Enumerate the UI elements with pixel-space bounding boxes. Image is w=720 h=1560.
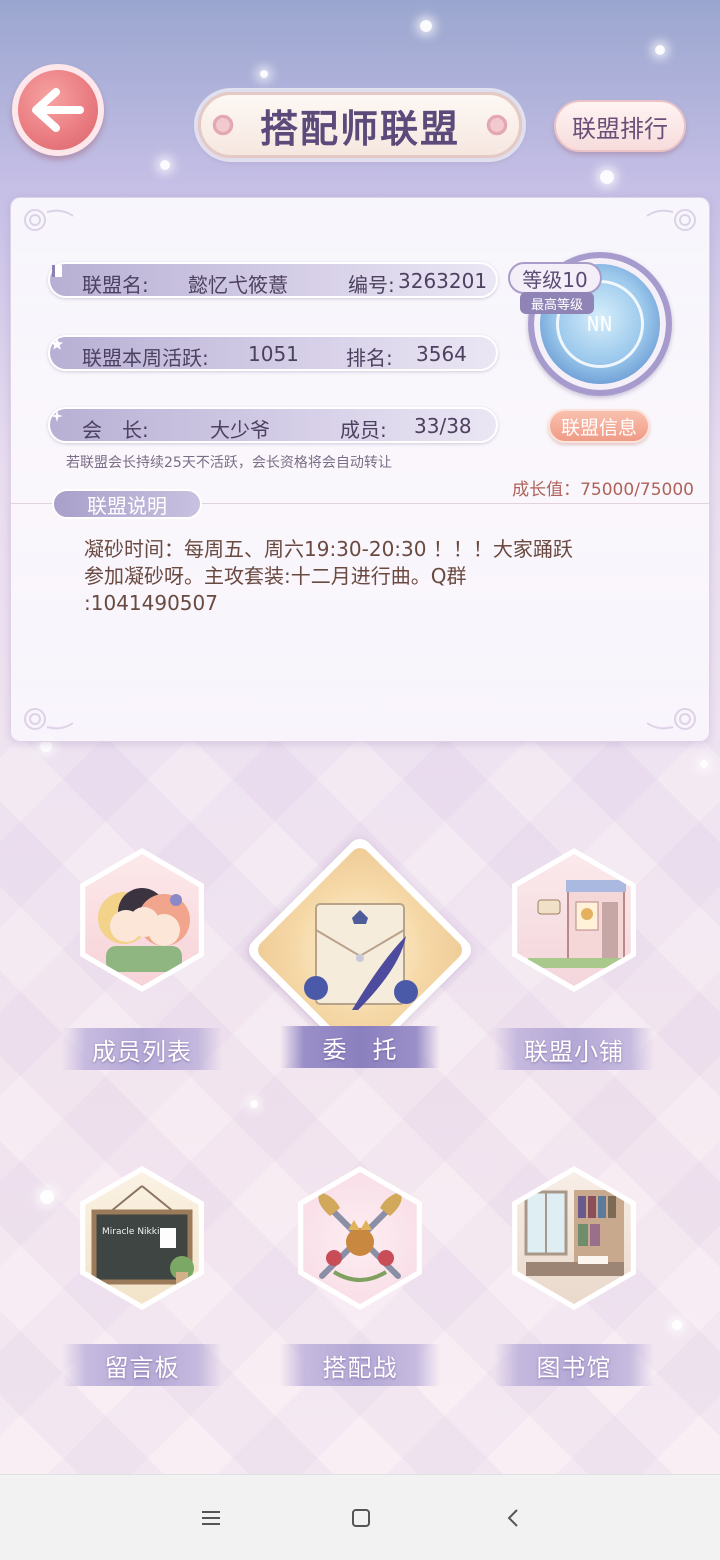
members-list-tile[interactable]	[70, 848, 214, 992]
sparkle	[40, 1190, 54, 1204]
sparkle	[655, 45, 665, 55]
styling-battle-tile[interactable]	[288, 1166, 432, 1310]
sparkle-icon	[51, 410, 63, 422]
sparkle	[672, 1320, 682, 1330]
tile-art	[303, 1172, 417, 1304]
back-button[interactable]	[12, 64, 104, 156]
title-plate: 搭配师联盟	[198, 92, 522, 158]
weekly-activity-row: 联盟本周活跃: 1051 排名: 3564	[48, 335, 498, 371]
sparkle	[260, 70, 268, 78]
tile-art	[517, 854, 631, 986]
commission-label[interactable]: 委 托	[280, 1026, 440, 1068]
sparkle	[600, 170, 614, 184]
alliance-id-value: 3263201	[398, 269, 488, 293]
leader-label: 会 长:	[82, 418, 149, 442]
library-icon	[524, 1190, 624, 1276]
leader-row: 会 长: 大少爷 成员: 33/38	[48, 407, 498, 443]
rose-corner-icon	[24, 209, 74, 231]
home-icon[interactable]	[346, 1503, 376, 1533]
alliance-name-row: 联盟名: 懿忆弋筱薏 编号: 3263201	[48, 262, 498, 298]
library-tile[interactable]	[502, 1166, 646, 1310]
leader-value: 大少爷	[210, 418, 270, 442]
members-icon	[98, 888, 190, 972]
message-board-tile[interactable]: Miracle Nikki	[70, 1166, 214, 1310]
alliance-shop-label[interactable]: 联盟小铺	[494, 1028, 654, 1070]
alliance-id-label: 编号:	[348, 273, 395, 297]
sparkle	[700, 760, 708, 768]
styling-battle-label[interactable]: 搭配战	[280, 1344, 440, 1386]
weekly-activity-label: 联盟本周活跃:	[82, 346, 209, 370]
description-tag: 联盟说明	[52, 489, 202, 519]
commission-tile[interactable]	[244, 834, 476, 1066]
sparkle	[420, 20, 432, 32]
book-icon	[52, 265, 62, 277]
crossed-swords-icon	[318, 1192, 402, 1282]
max-level-tag: 最高等级	[520, 292, 594, 314]
growth-value: 成长值：75000/75000	[512, 480, 694, 500]
board-text: Miracle Nikki	[102, 1227, 160, 1237]
message-board-label[interactable]: 留言板	[62, 1344, 222, 1386]
rose-ornament-icon	[211, 113, 235, 137]
weekly-activity-value: 1051	[248, 342, 299, 366]
members-list-label[interactable]: 成员列表	[62, 1028, 222, 1070]
alliance-ranking-button[interactable]: 联盟排行	[554, 100, 686, 152]
system-navigation-bar	[0, 1474, 720, 1560]
sparkle	[250, 1100, 258, 1108]
envelope-quill-icon	[304, 903, 418, 1010]
rank-label: 排名:	[346, 346, 393, 370]
members-label: 成员:	[340, 418, 387, 442]
rose-corner-icon	[24, 708, 74, 730]
alliance-name-label: 联盟名:	[82, 273, 149, 297]
sparkle	[160, 160, 170, 170]
arrow-left-icon	[32, 88, 84, 132]
message-board-icon: Miracle Nikki	[91, 1185, 194, 1285]
alliance-info-button[interactable]: 联盟信息	[548, 409, 650, 443]
star-icon	[51, 338, 63, 350]
tile-art: Miracle Nikki	[85, 1172, 199, 1304]
members-value: 33/38	[414, 414, 472, 438]
rank-value: 3564	[416, 342, 467, 366]
rose-corner-icon	[646, 708, 696, 730]
back-icon[interactable]	[498, 1503, 528, 1533]
tile-art	[517, 1172, 631, 1304]
level-badge: 等级10	[508, 262, 602, 294]
alliance-name-value: 懿忆弋筱薏	[188, 273, 288, 297]
menu-icon[interactable]	[196, 1503, 226, 1533]
rose-ornament-icon	[485, 113, 509, 137]
rose-corner-icon	[646, 209, 696, 231]
leader-inactivity-notice: 若联盟会长持续25天不活跃，会长资格将会自动转让	[66, 455, 392, 471]
emblem-text: NN	[586, 312, 614, 336]
alliance-description: 凝砂时间：每周五、周六19:30-20:30 ！！！大家踊跃 参加凝砂呀。主攻套…	[84, 537, 573, 615]
tile-art	[85, 854, 199, 986]
shop-icon	[528, 880, 626, 968]
library-label[interactable]: 图书馆	[494, 1344, 654, 1386]
page-title: 搭配师联盟	[259, 105, 460, 151]
alliance-shop-tile[interactable]	[502, 848, 646, 992]
